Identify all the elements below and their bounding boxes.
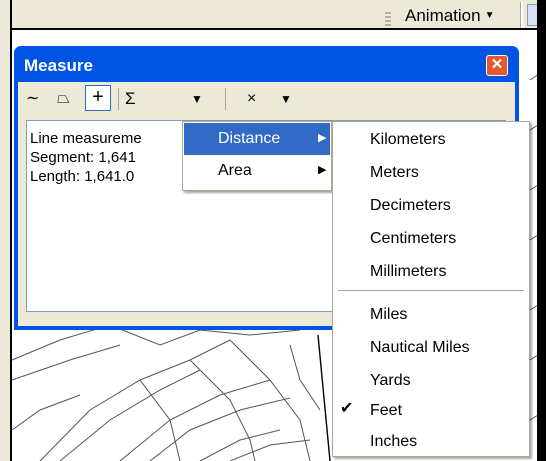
submenu-item-decimeters[interactable]: Decimeters <box>334 189 528 222</box>
clear-dropdown-icon[interactable]: ▼ <box>280 87 292 111</box>
result-segment: Segment: 1,641 <box>30 149 136 166</box>
measure-feature-icon[interactable]: + <box>85 85 111 111</box>
measure-area-icon[interactable]: ⏢ <box>57 87 70 111</box>
submenu-separator <box>338 290 524 291</box>
measure-line-icon[interactable]: ∼ <box>26 87 39 111</box>
submenu-item-inches[interactable]: Inches <box>334 425 528 458</box>
sum-icon[interactable]: Σ <box>125 87 136 111</box>
toolbar-separator <box>225 88 226 110</box>
submenu-item-centimeters[interactable]: Centimeters <box>334 222 528 255</box>
left-panel-edge <box>0 0 12 461</box>
submenu-item-feet[interactable]: Feet <box>334 394 528 427</box>
menu-item-area[interactable]: Area <box>184 155 330 187</box>
close-button[interactable]: ✕ <box>486 55 508 76</box>
menu-item-label: Distance <box>218 130 281 147</box>
checkmark-icon: ✔ <box>340 400 354 417</box>
right-border <box>537 0 546 461</box>
toolbar-border <box>0 0 546 30</box>
toolbar-separator <box>118 88 119 110</box>
result-length: Length: 1,641.0 <box>30 168 135 185</box>
menu-item-distance[interactable]: Distance <box>184 123 330 155</box>
submenu-item-nautical-miles[interactable]: Nautical Miles <box>334 331 528 364</box>
submenu-item-miles[interactable]: Miles <box>334 298 528 331</box>
submenu-arrow-icon: ▶ <box>318 164 327 176</box>
submenu-item-meters[interactable]: Meters <box>334 156 528 189</box>
submenu-arrow-icon: ▶ <box>318 132 327 144</box>
clear-icon[interactable]: × <box>247 87 256 111</box>
menu-item-label: Area <box>218 162 252 179</box>
submenu-item-yards[interactable]: Yards <box>334 364 528 397</box>
submenu-item-millimeters[interactable]: Millimeters <box>334 255 528 288</box>
result-line-type: Line measureme <box>30 130 142 147</box>
units-dropdown-icon[interactable]: ▼ <box>191 87 203 111</box>
submenu-item-kilometers[interactable]: Kilometers <box>334 123 528 156</box>
window-title: Measure <box>24 56 93 75</box>
